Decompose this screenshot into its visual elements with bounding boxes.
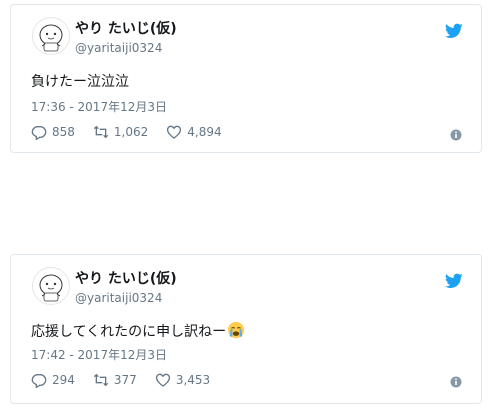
retweet-icon [93, 373, 109, 387]
like-button[interactable]: 3,453 [155, 372, 210, 388]
tweet-card: やり たいじ(仮) @yaritaiji0324 負けたー泣泣泣 17:36 -… [10, 4, 482, 153]
tweet-timestamp[interactable]: 17:36 - 2017年12月3日 [31, 99, 167, 115]
reply-count: 294 [52, 373, 75, 387]
like-count: 4,894 [187, 125, 222, 139]
user-handle[interactable]: @yaritaiji0324 [75, 290, 162, 306]
reply-count: 858 [52, 125, 75, 139]
avatar[interactable] [32, 267, 70, 305]
retweet-count: 377 [113, 373, 137, 387]
info-icon[interactable] [450, 376, 462, 388]
like-button[interactable]: 4,894 [166, 124, 222, 140]
retweet-button[interactable]: 377 [93, 372, 137, 388]
retweet-count: 1,062 [113, 125, 149, 139]
heart-icon [167, 125, 182, 139]
tweet-timestamp[interactable]: 17:42 - 2017年12月3日 [31, 347, 167, 363]
display-name[interactable]: やり たいじ(仮) [75, 271, 177, 287]
user-handle[interactable]: @yaritaiji0324 [75, 40, 162, 56]
crying-face-icon [228, 321, 245, 339]
tweet-text: 負けたー泣泣泣 [31, 74, 129, 90]
tweet-card: やり たいじ(仮) @yaritaiji0324 応援してくれたのに申し訳ねー … [10, 254, 482, 404]
like-count: 3,453 [175, 373, 211, 387]
twitter-bird-icon[interactable] [445, 273, 463, 289]
retweet-button[interactable]: 1,062 [93, 124, 148, 140]
reply-button[interactable]: 294 [31, 372, 75, 388]
twitter-bird-icon[interactable] [445, 23, 463, 39]
tweet-actions: 858 1,062 4,894 [31, 124, 240, 140]
tweet-text: 応援してくれたのに申し訳ねー [31, 321, 245, 342]
heart-icon [155, 373, 170, 387]
avatar[interactable] [32, 17, 70, 55]
info-icon[interactable] [450, 129, 462, 141]
reply-icon [31, 126, 47, 140]
display-name[interactable]: やり たいじ(仮) [75, 21, 177, 37]
tweet-text-body: 応援してくれたのに申し訳ねー [31, 324, 227, 340]
retweet-icon [93, 125, 109, 139]
reply-icon [31, 374, 47, 388]
reply-button[interactable]: 858 [31, 124, 75, 140]
tweet-actions: 294 377 3,453 [31, 372, 228, 388]
